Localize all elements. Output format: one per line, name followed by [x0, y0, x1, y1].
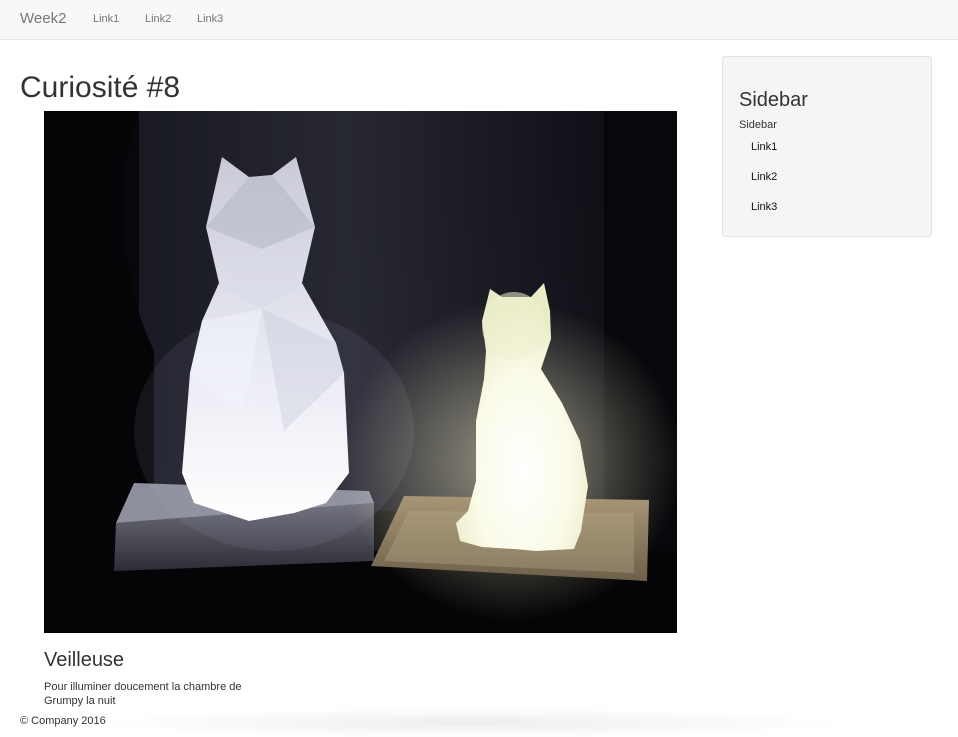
nav-link-2[interactable]: Link2 [145, 13, 171, 25]
navbar: Week2 Link1 Link2 Link3 [0, 0, 958, 40]
sidebar-link-1[interactable]: Link1 [751, 141, 777, 153]
page-title: Curiosité #8 [20, 71, 181, 104]
sidebar-subtitle: Sidebar [739, 119, 777, 131]
cat-lamps-photo [44, 111, 677, 633]
caption-title: Veilleuse [44, 649, 125, 671]
sidebar-panel: Sidebar Sidebar Link1 Link2 Link3 [722, 56, 932, 237]
sidebar-link-3[interactable]: Link3 [751, 201, 777, 213]
footer-copyright: © Company 2016 [20, 715, 106, 727]
sidebar-title: Sidebar [739, 89, 808, 111]
nav-link-3[interactable]: Link3 [197, 13, 223, 25]
footer-shadow [90, 708, 850, 737]
caption-text: Pour illuminer doucement la chambre de G… [44, 681, 242, 707]
nav-link-1[interactable]: Link1 [93, 13, 119, 25]
sidebar-link-2[interactable]: Link2 [751, 171, 777, 183]
navbar-brand[interactable]: Week2 [20, 10, 66, 27]
